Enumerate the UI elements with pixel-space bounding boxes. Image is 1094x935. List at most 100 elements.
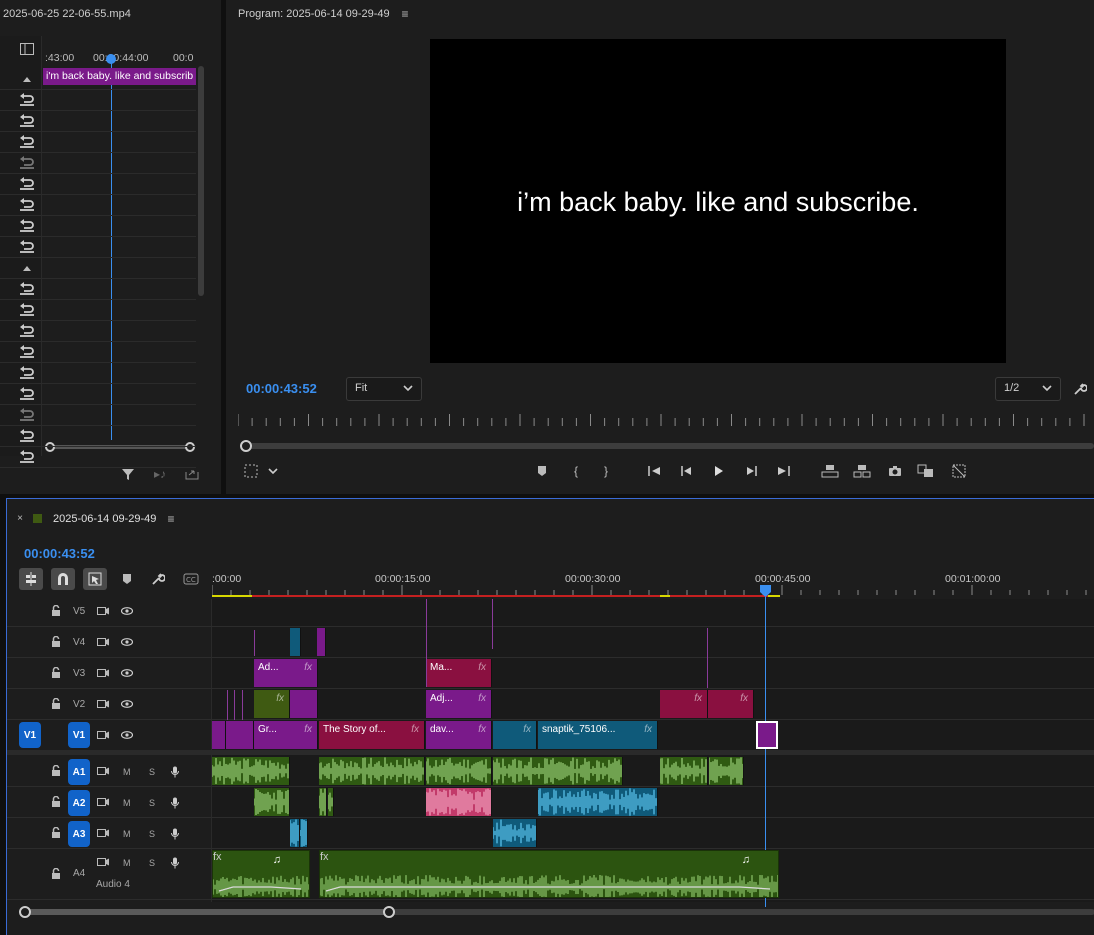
sync-lock-film-icon[interactable] <box>96 698 110 710</box>
sync-lock-film-icon[interactable] <box>96 827 110 839</box>
go-to-in-icon[interactable] <box>646 462 664 480</box>
chevron-down-icon[interactable] <box>266 462 280 480</box>
zoom-handle-left[interactable] <box>45 442 55 452</box>
step-forward-icon[interactable] <box>742 462 760 480</box>
undo-icon[interactable] <box>18 219 36 233</box>
track-target-a3[interactable]: A3 <box>68 821 90 847</box>
settings-wrench-icon[interactable] <box>149 571 167 587</box>
program-monitor[interactable]: i’m back baby. like and subscribe. <box>430 39 1006 363</box>
video-clip[interactable] <box>242 721 254 749</box>
timeline-timecode[interactable]: 00:00:43:52 <box>24 546 95 561</box>
audio-forward-icon[interactable]: ▸♪ <box>152 466 168 482</box>
mic-icon[interactable] <box>170 796 180 810</box>
undo-icon[interactable] <box>18 324 36 338</box>
mark-in-icon[interactable]: { <box>568 462 584 480</box>
undo-icon[interactable] <box>18 177 36 191</box>
snap-magnet-icon[interactable] <box>51 568 75 590</box>
sequence-tab-title[interactable]: 2025-06-14 09-29-49 <box>53 513 156 525</box>
eye-icon[interactable] <box>120 606 134 616</box>
audio-clip[interactable] <box>300 819 308 847</box>
audio-clip[interactable] <box>660 757 708 785</box>
track-lock-icon[interactable] <box>50 666 62 680</box>
track-target-a1[interactable]: A1 <box>68 759 90 785</box>
track-lock-icon[interactable] <box>50 826 62 840</box>
selected-video-clip[interactable] <box>756 721 778 749</box>
track-label-v5[interactable]: V5 <box>73 606 85 617</box>
undo-icon[interactable] <box>18 303 36 317</box>
solo-button[interactable]: S <box>149 798 155 808</box>
solo-button[interactable]: S <box>149 858 155 868</box>
track-label-v4[interactable]: V4 <box>73 637 85 648</box>
sync-lock-film-icon[interactable] <box>96 667 110 679</box>
video-clip[interactable]: Adj... fx <box>426 690 492 718</box>
sync-lock-film-icon[interactable] <box>96 796 110 808</box>
undo-icon[interactable] <box>18 429 36 443</box>
mic-icon[interactable] <box>170 856 180 870</box>
audio-clip[interactable] <box>493 819 537 847</box>
timeline-playhead-head[interactable] <box>760 585 771 597</box>
track-target-a2[interactable]: A2 <box>68 790 90 816</box>
extract-icon[interactable] <box>852 462 872 480</box>
video-clip[interactable]: The Story of... fx <box>319 721 425 749</box>
audio-clip[interactable] <box>290 819 300 847</box>
mute-button[interactable]: M <box>123 829 131 839</box>
track-lock-icon[interactable] <box>50 697 62 711</box>
undo-icon[interactable] <box>18 408 36 422</box>
add-marker-icon[interactable] <box>119 571 135 587</box>
audio-clip[interactable] <box>328 788 334 816</box>
go-to-out-icon[interactable] <box>774 462 792 480</box>
track-lock-icon[interactable] <box>50 795 62 809</box>
step-back-icon[interactable] <box>678 462 696 480</box>
audio-clip[interactable] <box>493 757 623 785</box>
eye-icon[interactable] <box>120 730 134 740</box>
mic-icon[interactable] <box>170 765 180 779</box>
video-clip[interactable]: fx <box>708 690 754 718</box>
solo-button[interactable]: S <box>149 829 155 839</box>
program-ruler[interactable] <box>238 412 1094 426</box>
track-lock-icon[interactable] <box>50 764 62 778</box>
source-ruler[interactable]: :43:00 00:00:44:00 00:0 <box>43 50 198 66</box>
eye-icon[interactable] <box>120 668 134 678</box>
safe-margins-icon[interactable] <box>242 462 260 480</box>
eye-icon[interactable] <box>120 699 134 709</box>
undo-icon[interactable] <box>18 198 36 212</box>
video-clip[interactable]: Ad... fx <box>254 659 318 687</box>
mute-button[interactable]: M <box>123 767 131 777</box>
mute-button[interactable]: M <box>123 858 131 868</box>
filter-icon[interactable] <box>120 466 136 482</box>
panel-menu-icon[interactable]: ≡ <box>398 8 412 20</box>
program-timecode[interactable]: 00:00:43:52 <box>246 381 317 396</box>
export-icon[interactable] <box>184 466 200 482</box>
video-clip[interactable] <box>317 628 326 656</box>
track-name-audio4[interactable]: Audio 4 <box>96 879 130 890</box>
vr-toggle-icon[interactable] <box>950 462 968 480</box>
scrub-handle[interactable] <box>240 440 252 452</box>
collapse-arrow-icon[interactable] <box>18 261 36 275</box>
eye-icon[interactable] <box>120 637 134 647</box>
zoom-handle-right[interactable] <box>383 906 395 918</box>
camera-icon[interactable] <box>886 462 904 480</box>
nest-sequence-icon[interactable] <box>19 568 43 590</box>
sync-lock-film-icon[interactable] <box>96 765 110 777</box>
program-scrub-bar[interactable] <box>240 440 1094 452</box>
undo-icon[interactable] <box>18 366 36 380</box>
video-clip[interactable]: fx <box>254 690 290 718</box>
audio-clip[interactable] <box>426 788 492 816</box>
audio-clip[interactable] <box>538 788 658 816</box>
source-patch-v1[interactable]: V1 <box>19 722 41 748</box>
zoom-handle-right[interactable] <box>185 442 195 452</box>
mic-icon[interactable] <box>170 827 180 841</box>
audio-clip[interactable] <box>709 757 744 785</box>
sync-lock-film-icon[interactable] <box>96 856 110 868</box>
panel-menu-icon[interactable]: ≡ <box>165 513 177 525</box>
audio-clip[interactable] <box>319 757 425 785</box>
sync-lock-film-icon[interactable] <box>96 605 110 617</box>
video-clip[interactable]: dav... fx <box>426 721 492 749</box>
settings-wrench-icon[interactable] <box>1072 381 1088 397</box>
add-marker-icon[interactable] <box>534 462 550 480</box>
track-label-v3[interactable]: V3 <box>73 668 85 679</box>
audio-clip[interactable] <box>319 788 327 816</box>
video-clip[interactable]: Gr... fx <box>254 721 318 749</box>
video-clip[interactable] <box>212 721 226 749</box>
audio-clip[interactable] <box>212 757 290 785</box>
